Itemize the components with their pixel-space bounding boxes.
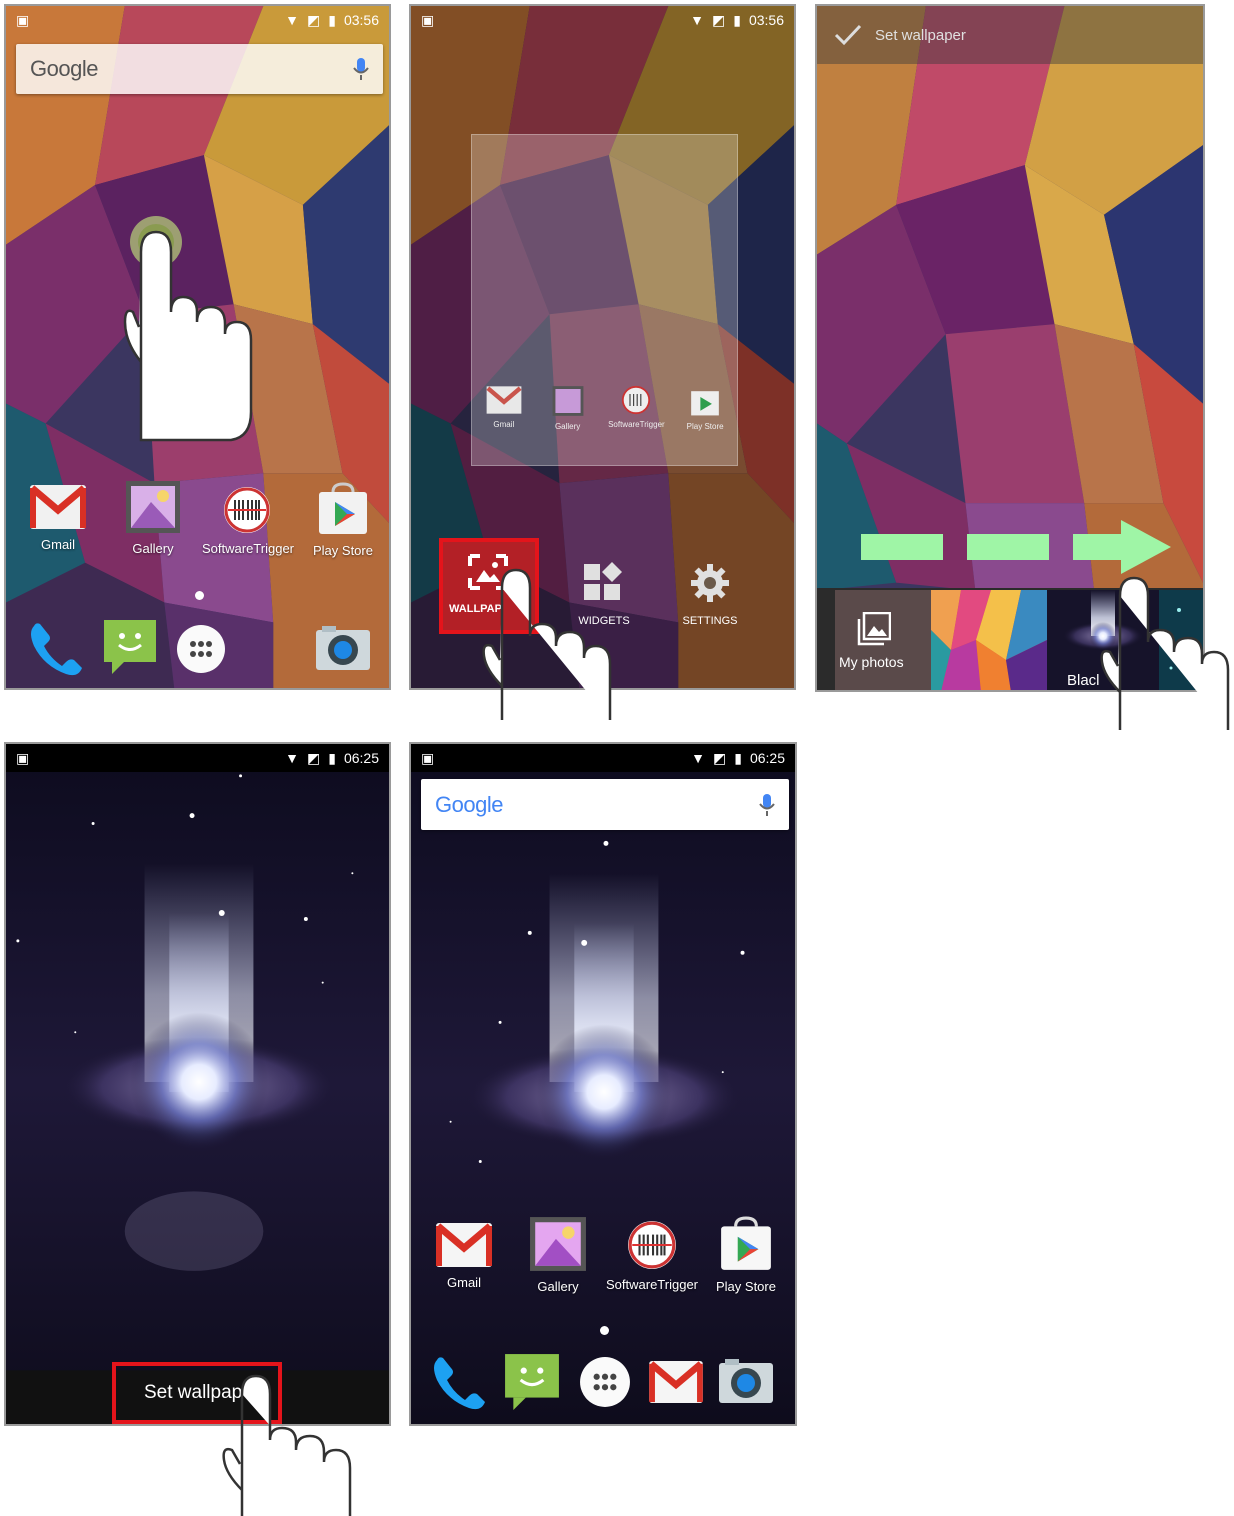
status-bar: ▣ ▼ ◩ ▮ 06:25 xyxy=(6,744,389,772)
wallpaper-picker-header: Set wallpaper xyxy=(817,6,1203,64)
gmail-dock-icon[interactable] xyxy=(647,1360,705,1404)
status-time: 03:56 xyxy=(748,12,784,28)
microphone-icon[interactable] xyxy=(353,57,369,81)
gallery-notification-icon: ▣ xyxy=(421,749,435,766)
workspace-preview[interactable]: Gmail Gallery SoftwareTrigger Play Store xyxy=(471,134,738,466)
camera-icon[interactable] xyxy=(314,624,372,672)
barcode-scanner-icon xyxy=(622,385,651,415)
gmail-icon xyxy=(29,485,87,529)
tap-gesture-hand xyxy=(222,1374,352,1516)
google-search-bar[interactable]: Google xyxy=(16,44,383,94)
no-sim-icon: ◩ xyxy=(307,749,321,766)
panel-step-4-set-wallpaper: ▣ ▼ ◩ ▮ 06:25 Set wallpap xyxy=(4,742,391,1426)
geometric-wallpaper-thumbnail[interactable] xyxy=(931,590,1047,692)
my-photos-thumbnail[interactable]: My photos xyxy=(835,590,931,690)
status-time: 06:25 xyxy=(343,750,379,766)
app-gallery[interactable]: Gallery xyxy=(121,480,185,556)
gmail-icon xyxy=(435,1223,493,1267)
wifi-icon: ▼ xyxy=(690,12,704,28)
status-bar: ▣ ▼ ◩ ▮ 03:56 xyxy=(411,6,794,34)
app-drawer-icon[interactable] xyxy=(579,1356,631,1408)
no-sim-icon: ◩ xyxy=(712,11,726,28)
wifi-icon: ▼ xyxy=(285,750,299,766)
check-icon[interactable] xyxy=(833,23,863,47)
preview-app-gmail: Gmail xyxy=(474,385,534,431)
panel-step-5-result-home: ▣ ▼ ◩ ▮ 06:25 Google Gmail Gallery Softw… xyxy=(409,742,797,1426)
preview-app-softwaretrigger: SoftwareTrigger xyxy=(601,385,671,431)
page-indicator-dot xyxy=(195,591,204,600)
gallery-icon xyxy=(552,386,584,416)
photos-icon xyxy=(857,612,891,646)
tap-gesture-hand xyxy=(123,216,253,442)
app-softwaretrigger[interactable]: SoftwareTrigger xyxy=(202,486,294,556)
status-time: 03:56 xyxy=(343,12,379,28)
app-gallery[interactable]: Gallery xyxy=(525,1216,591,1294)
gallery-notification-icon: ▣ xyxy=(16,749,30,766)
google-search-bar[interactable]: Google xyxy=(421,779,789,830)
black-hole-wallpaper xyxy=(411,744,795,1424)
set-wallpaper-title[interactable]: Set wallpaper xyxy=(875,27,966,44)
play-store-icon xyxy=(691,391,719,416)
preview-app-gallery: Gallery xyxy=(538,385,598,431)
battery-icon: ▮ xyxy=(328,749,336,766)
gmail-icon xyxy=(486,386,522,414)
app-drawer-icon[interactable] xyxy=(176,624,226,674)
phone-icon[interactable] xyxy=(26,618,88,676)
preview-app-play-store: Play Store xyxy=(675,385,735,431)
wifi-icon: ▼ xyxy=(285,12,299,28)
page-indicator-dot xyxy=(600,1326,609,1335)
play-store-icon xyxy=(319,482,367,534)
battery-icon: ▮ xyxy=(328,11,336,28)
gear-icon xyxy=(691,564,729,602)
gallery-notification-icon: ▣ xyxy=(16,11,30,28)
messaging-icon[interactable] xyxy=(503,1352,561,1410)
google-logo: Google xyxy=(435,792,503,818)
gallery-icon xyxy=(530,1217,586,1271)
status-time: 06:25 xyxy=(749,750,785,766)
gallery-notification-icon: ▣ xyxy=(421,11,435,28)
battery-icon: ▮ xyxy=(734,749,742,766)
no-sim-icon: ◩ xyxy=(713,749,727,766)
wifi-icon: ▼ xyxy=(691,750,705,766)
app-play-store[interactable]: Play Store xyxy=(711,1216,781,1294)
status-bar: ▣ ▼ ◩ ▮ 03:56 xyxy=(6,6,389,34)
messaging-icon[interactable] xyxy=(102,618,158,674)
app-gmail[interactable]: Gmail xyxy=(431,1222,497,1290)
camera-icon[interactable] xyxy=(717,1356,775,1406)
play-store-icon xyxy=(721,1216,771,1270)
panel-step-1-home-screen: ▣ ▼ ◩ ▮ 03:56 Google Gmail Gallery Softw… xyxy=(4,4,391,690)
gallery-icon xyxy=(126,481,180,533)
google-logo: Google xyxy=(30,56,98,81)
google-logo-text: Google xyxy=(435,791,503,817)
black-hole-wallpaper xyxy=(6,744,389,1424)
barcode-scanner-icon xyxy=(628,1221,676,1269)
phone-icon[interactable] xyxy=(429,1352,491,1410)
microphone-icon[interactable] xyxy=(759,793,775,817)
tap-gesture-hand xyxy=(482,568,612,720)
app-softwaretrigger[interactable]: SoftwareTrigger xyxy=(603,1220,701,1292)
battery-icon: ▮ xyxy=(733,11,741,28)
app-gmail[interactable]: Gmail xyxy=(28,484,88,552)
no-sim-icon: ◩ xyxy=(307,11,321,28)
swipe-gesture-hand xyxy=(1100,576,1230,730)
app-play-store[interactable]: Play Store xyxy=(308,482,378,558)
status-bar: ▣ ▼ ◩ ▮ 06:25 xyxy=(411,744,795,772)
barcode-scanner-icon xyxy=(224,487,270,533)
settings-option[interactable]: SETTINGS xyxy=(667,562,753,627)
